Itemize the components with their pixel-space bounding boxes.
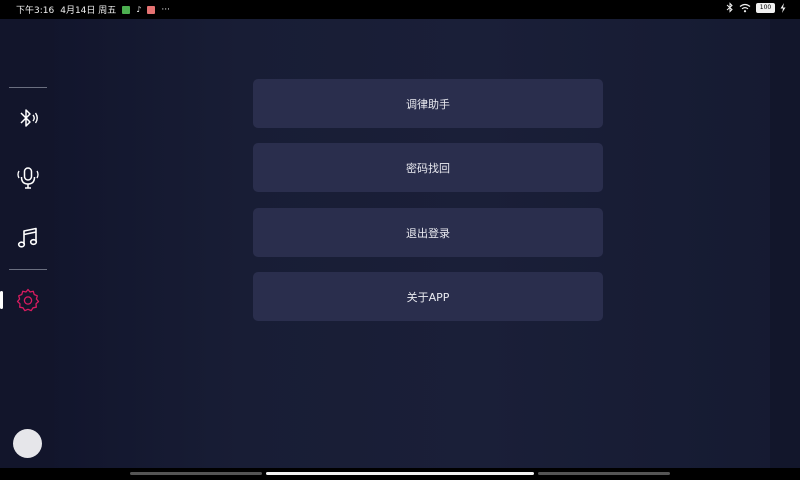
bluetooth-icon [726,2,733,13]
sidebar-item-bluetooth[interactable] [9,99,47,137]
menu-item-password-recovery[interactable]: 密码找回 [253,143,603,192]
gesture-line-left [130,472,262,475]
menu-item-tuning-assistant[interactable]: 调律助手 [253,79,603,128]
tiktok-icon: ♪ [136,5,142,14]
battery-icon: 100 [756,2,775,13]
status-right: 100 [726,2,786,13]
status-left: 下午3:16 4月14日 周五 ♪ ··· [16,3,170,17]
gesture-bar [0,468,800,480]
avatar[interactable] [13,429,42,458]
gear-icon [16,288,40,312]
wifi-icon [739,3,751,12]
green-app-icon [122,5,131,14]
charging-icon [780,2,786,13]
microphone-icon [17,167,39,189]
red-app-icon [147,5,156,14]
gesture-line-right [538,472,670,475]
sidebar-divider-top [9,87,47,88]
sidebar-item-settings[interactable] [9,281,47,319]
bluetooth-audio-icon [20,109,38,127]
menu-item-about-app[interactable]: 关于APP [253,272,603,321]
active-indicator [0,291,3,309]
gesture-handle[interactable] [266,472,534,475]
menu-item-logout[interactable]: 退出登录 [253,208,603,257]
sidebar-item-music[interactable] [9,219,47,257]
sidebar-item-voice[interactable] [9,159,47,197]
status-bar: 下午3:16 4月14日 周五 ♪ ··· 100 [0,0,800,18]
status-overflow: ··· [161,4,170,15]
music-note-icon [17,227,38,248]
sidebar-divider-bottom [9,269,47,270]
sidebar [0,19,54,468]
status-time: 下午3:16 [16,6,55,16]
status-date: 4月14日 周五 [60,6,117,16]
main-screen: 调律助手 密码找回 退出登录 关于APP [0,19,800,468]
right-edge-shade [770,19,800,468]
